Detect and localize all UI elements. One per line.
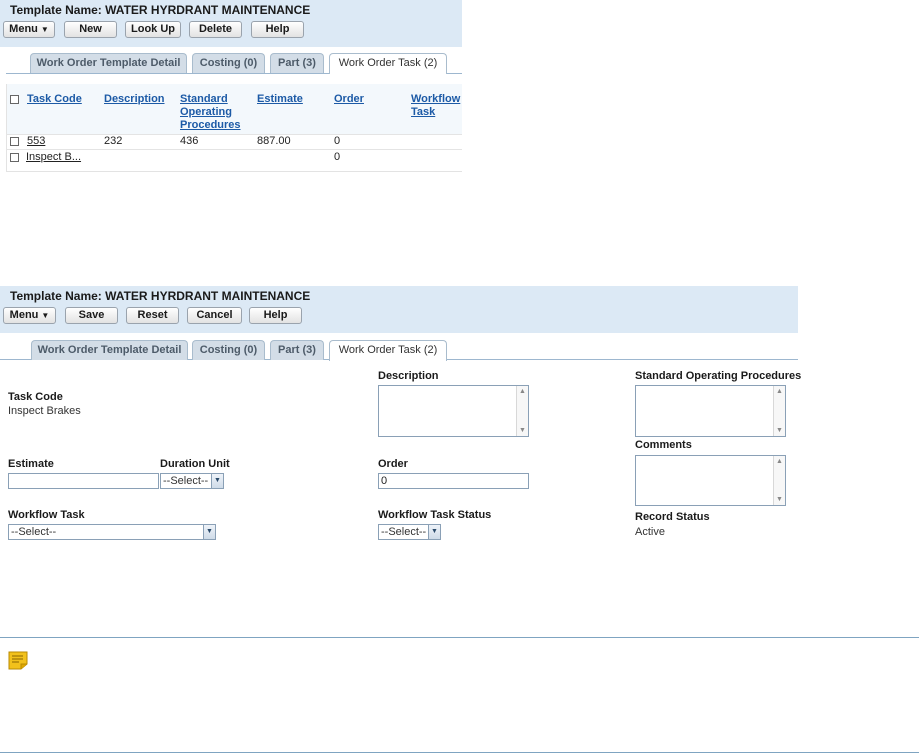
panel2-tab-costing[interactable]: Costing (0) xyxy=(192,340,265,360)
cell-description: 232 xyxy=(104,135,123,147)
panel1-tab-work-order-task[interactable]: Work Order Task (2) xyxy=(329,53,447,74)
description-scrollbar[interactable]: ▲ ▼ xyxy=(516,386,528,436)
panel2-save-button[interactable]: Save xyxy=(65,307,118,324)
cell-order: 0 xyxy=(334,151,341,163)
panel2-menu-button[interactable]: Menu ▼ xyxy=(3,307,56,324)
notes-top-divider xyxy=(0,637,919,638)
comments-scrollbar[interactable]: ▲ ▼ xyxy=(773,456,785,505)
workflow-task-selected: --Select-- xyxy=(11,526,57,538)
duration-unit-select[interactable]: --Select-- ▼ xyxy=(160,473,224,489)
cell-sop: 436 xyxy=(180,135,199,147)
duration-unit-selected: --Select-- xyxy=(163,475,209,487)
estimate-input[interactable] xyxy=(8,473,159,489)
comments-textarea[interactable]: ▲ ▼ xyxy=(635,455,786,506)
panel2-help-button[interactable]: Help xyxy=(249,307,302,324)
order-label: Order xyxy=(378,458,408,470)
notes-bottom-divider xyxy=(0,752,919,753)
menu-label: Menu xyxy=(9,23,38,35)
column-header-sop[interactable]: Standard Operating Procedures xyxy=(180,93,246,132)
estimate-label: Estimate xyxy=(8,458,54,470)
order-input[interactable]: 0 xyxy=(378,473,529,489)
scroll-down-icon[interactable]: ▼ xyxy=(517,425,528,436)
note-icon[interactable] xyxy=(8,651,28,670)
panel1-new-button[interactable]: New xyxy=(64,21,117,38)
column-header-order[interactable]: Order xyxy=(334,93,384,106)
panel1-template-title: Template Name: WATER HYRDRANT MAINTENANC… xyxy=(10,3,311,17)
panel1-tab-costing[interactable]: Costing (0) xyxy=(192,53,265,73)
sop-label: Standard Operating Procedures xyxy=(635,370,802,382)
cell-order: 0 xyxy=(334,135,341,147)
workflow-task-select[interactable]: --Select-- ▼ xyxy=(8,524,216,540)
menu-label: Menu xyxy=(9,309,39,321)
panel1-tab-template-detail[interactable]: Work Order Template Detail xyxy=(30,53,187,73)
chevron-down-icon[interactable]: ▼ xyxy=(211,474,223,488)
cell-estimate: 887.00 xyxy=(257,135,291,147)
sop-scrollbar[interactable]: ▲ ▼ xyxy=(773,386,785,436)
panel1-tab-part[interactable]: Part (3) xyxy=(270,53,324,73)
comments-label: Comments xyxy=(635,439,692,451)
select-all-checkbox[interactable] xyxy=(10,95,19,104)
panel2-tab-part[interactable]: Part (3) xyxy=(270,340,324,360)
panel1-delete-button[interactable]: Delete xyxy=(189,21,242,38)
sop-textarea[interactable]: ▲ ▼ xyxy=(635,385,786,437)
task-code-value: Inspect Brakes xyxy=(8,405,81,417)
column-header-description[interactable]: Description xyxy=(104,93,174,106)
panel2-cancel-button[interactable]: Cancel xyxy=(187,307,242,324)
scroll-up-icon[interactable]: ▲ xyxy=(517,386,528,397)
panel1-lookup-button[interactable]: Look Up xyxy=(125,21,181,38)
panel1-menu-button[interactable]: Menu ▼ xyxy=(3,21,55,38)
chevron-down-icon: ▼ xyxy=(40,25,49,34)
grid-row-divider xyxy=(6,149,462,150)
panel2-reset-button[interactable]: Reset xyxy=(126,307,179,324)
row-checkbox[interactable] xyxy=(10,137,19,146)
description-textarea[interactable]: ▲ ▼ xyxy=(378,385,529,437)
column-header-estimate[interactable]: Estimate xyxy=(257,93,317,106)
record-status-value: Active xyxy=(635,526,665,538)
panel2-tab-template-detail[interactable]: Work Order Template Detail xyxy=(31,340,188,360)
scroll-up-icon[interactable]: ▲ xyxy=(774,386,785,397)
panel2-template-title: Template Name: WATER HYRDRANT MAINTENANC… xyxy=(10,289,311,303)
workflow-task-label: Workflow Task xyxy=(8,509,85,521)
workflow-task-status-label: Workflow Task Status xyxy=(378,509,492,521)
description-label: Description xyxy=(378,370,439,382)
workflow-task-status-selected: --Select-- xyxy=(381,526,427,538)
workflow-task-status-select[interactable]: --Select-- ▼ xyxy=(378,524,441,540)
panel2-tab-work-order-task[interactable]: Work Order Task (2) xyxy=(329,340,447,361)
scroll-down-icon[interactable]: ▼ xyxy=(774,494,785,505)
row-checkbox[interactable] xyxy=(10,153,19,162)
task-code-label: Task Code xyxy=(8,391,63,403)
task-code-link[interactable]: Inspect B... xyxy=(26,151,81,163)
column-header-task-code[interactable]: Task Code xyxy=(27,93,97,106)
panel1-help-button[interactable]: Help xyxy=(251,21,304,38)
record-status-label: Record Status xyxy=(635,511,710,523)
scroll-up-icon[interactable]: ▲ xyxy=(774,456,785,467)
duration-unit-label: Duration Unit xyxy=(160,458,230,470)
scroll-down-icon[interactable]: ▼ xyxy=(774,425,785,436)
column-header-workflow-task[interactable]: Workflow Task xyxy=(411,93,461,119)
grid-row-divider xyxy=(6,134,462,135)
chevron-down-icon[interactable]: ▼ xyxy=(428,525,440,539)
task-code-link[interactable]: 553 xyxy=(27,135,45,147)
chevron-down-icon: ▼ xyxy=(41,311,50,320)
chevron-down-icon[interactable]: ▼ xyxy=(203,525,215,539)
